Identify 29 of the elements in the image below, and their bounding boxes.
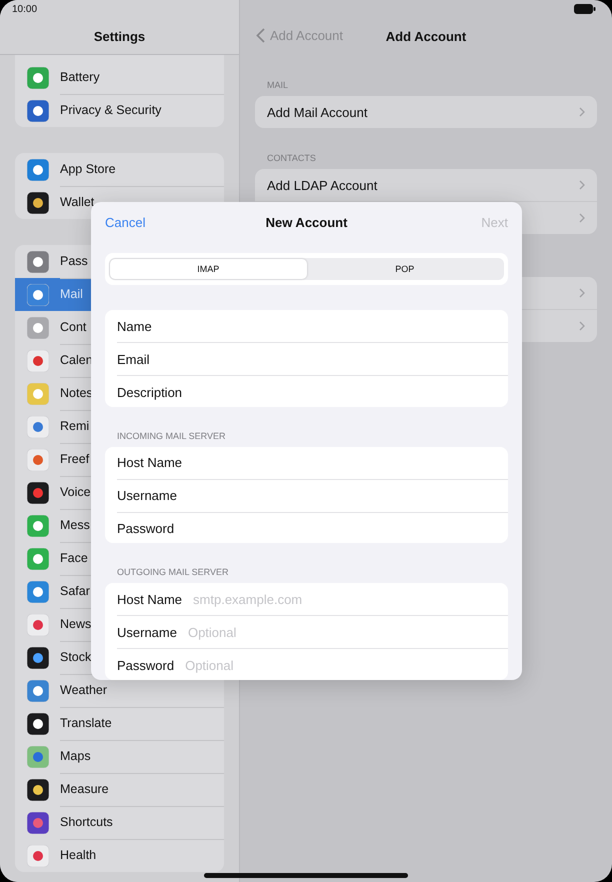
- status-time: 10:00: [12, 4, 38, 14]
- row-label: Add Mail Account: [267, 104, 368, 120]
- sidebar-item-label: App Store: [60, 153, 224, 186]
- sidebar-item-label: Wallet: [60, 194, 96, 211]
- page-title: Add Account: [386, 29, 466, 44]
- sidebar-item-label: Translate: [60, 706, 224, 740]
- sidebar-item-label: Privacy & Security: [60, 102, 162, 119]
- sidebar-item-label: Battery: [60, 60, 224, 94]
- back-label: Add Account: [270, 28, 343, 43]
- sidebar-item-label: Measure: [60, 772, 224, 806]
- field-label: Name: [117, 318, 152, 334]
- row-label: Add LDAP Account: [267, 178, 378, 192]
- section-header: INCOMING MAIL SERVER: [117, 430, 227, 443]
- sidebar-title: Settings: [94, 29, 146, 44]
- field-label: Description: [117, 384, 182, 400]
- field-label: Username: [117, 624, 177, 640]
- section-header: MAIL: [267, 79, 290, 92]
- field-label: Host Name: [117, 455, 182, 470]
- field-label: Password: [117, 521, 174, 536]
- sidebar-item-label: Shortcuts: [60, 806, 224, 840]
- field-label: Username: [117, 488, 177, 504]
- field-label: Host Name: [117, 592, 182, 607]
- field-label: Email: [117, 352, 150, 367]
- section-header: CONTACTS: [267, 152, 317, 165]
- sidebar-item-label: Maps: [60, 740, 224, 774]
- sidebar-item-label: Mail: [60, 286, 84, 302]
- dialog-title: New Account: [266, 215, 348, 230]
- sidebar-item-label: Health: [60, 847, 98, 864]
- field-label: Password: [117, 658, 174, 673]
